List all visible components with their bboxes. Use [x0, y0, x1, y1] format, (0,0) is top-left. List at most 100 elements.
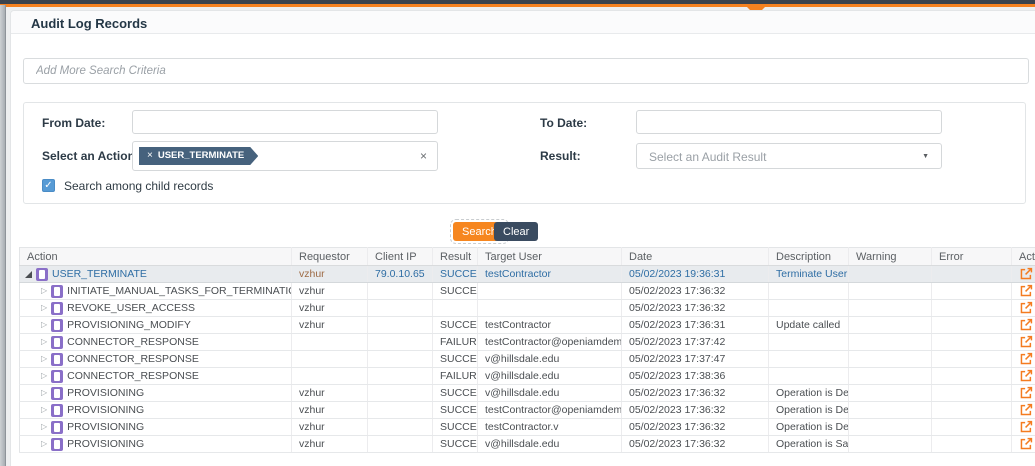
collapse-row-icon[interactable] — [25, 271, 32, 278]
child-records-checkbox[interactable]: ✓ — [42, 179, 55, 192]
table-row[interactable]: USER_TERMINATE vzhur 79.0.10.65 SUCCESS … — [20, 266, 1035, 283]
edit-record-icon[interactable] — [1019, 420, 1033, 434]
table-row[interactable]: ▷ PROVISIONING vzhur SUCCESS v@hillsdale… — [20, 385, 1035, 402]
column-header-actions[interactable]: Actions — [1012, 248, 1035, 266]
action-link[interactable]: PROVISIONING — [67, 421, 144, 433]
actions-cell — [1012, 300, 1035, 317]
action-multiselect[interactable]: ×USER_TERMINATE × — [132, 141, 438, 171]
warning-cell — [849, 317, 932, 334]
column-header-result[interactable]: Result — [433, 248, 478, 266]
edit-record-icon[interactable] — [1019, 335, 1033, 349]
expand-row-icon[interactable]: ▷ — [41, 338, 47, 346]
result-cell: SUCCESS — [433, 266, 478, 283]
action-link[interactable]: CONNECTOR_RESPONSE — [67, 370, 199, 382]
client-ip-cell: 79.0.10.65 — [368, 266, 433, 283]
column-header-client-ip[interactable]: Client IP — [368, 248, 433, 266]
action-cell: ▷ PROVISIONING — [20, 419, 292, 436]
expand-row-icon[interactable]: ▷ — [41, 304, 47, 312]
remove-tag-icon[interactable]: × — [147, 150, 153, 161]
action-link[interactable]: PROVISIONING — [67, 404, 144, 416]
edit-record-icon[interactable] — [1019, 267, 1033, 281]
column-header-warning[interactable]: Warning — [849, 248, 932, 266]
result-select[interactable]: Select an Audit Result ▼ — [636, 143, 942, 169]
action-cell: ▷ REVOKE_USER_ACCESS — [20, 300, 292, 317]
date-cell: 05/02/2023 17:37:47 — [622, 351, 769, 368]
from-date-input[interactable] — [132, 110, 438, 134]
date-cell: 05/02/2023 17:37:42 — [622, 334, 769, 351]
result-cell: SUCCESS — [433, 385, 478, 402]
table-row[interactable]: ▷ REVOKE_USER_ACCESS vzhur 05/02/2023 17… — [20, 300, 1035, 317]
client-ip-cell — [368, 317, 433, 334]
audit-record-icon — [51, 319, 63, 332]
column-header-target-user[interactable]: Target User — [478, 248, 622, 266]
audit-record-icon — [51, 353, 63, 366]
table-row[interactable]: ▷ CONNECTOR_RESPONSE FAILURE testContrac… — [20, 334, 1035, 351]
clear-button[interactable]: Clear — [494, 222, 538, 241]
description-cell: Operation is Save — [769, 436, 849, 453]
column-header-error[interactable]: Error — [932, 248, 1012, 266]
audit-record-icon — [51, 370, 63, 383]
edit-record-icon[interactable] — [1019, 352, 1033, 366]
expand-row-icon[interactable]: ▷ — [41, 372, 47, 380]
action-link[interactable]: CONNECTOR_RESPONSE — [67, 336, 199, 348]
action-link[interactable]: USER_TERMINATE — [52, 268, 147, 280]
audit-log-table-wrap: ActionRequestorClient IPResultTarget Use… — [19, 247, 1035, 466]
expand-row-icon[interactable]: ▷ — [41, 406, 47, 414]
client-ip-cell — [368, 351, 433, 368]
action-link[interactable]: PROVISIONING — [67, 438, 144, 450]
actions-cell — [1012, 419, 1035, 436]
to-date-input[interactable] — [636, 110, 942, 134]
expand-row-icon[interactable]: ▷ — [41, 440, 47, 448]
edit-record-icon[interactable] — [1019, 386, 1033, 400]
edit-record-icon[interactable] — [1019, 403, 1033, 417]
table-row[interactable]: ▷ PROVISIONING vzhur SUCCESS v@hillsdale… — [20, 436, 1035, 453]
expand-row-icon[interactable]: ▷ — [41, 389, 47, 397]
table-header-row: ActionRequestorClient IPResultTarget Use… — [20, 248, 1035, 266]
description-cell — [769, 368, 849, 385]
expand-row-icon[interactable]: ▷ — [41, 287, 47, 295]
table-row[interactable]: ▷ CONNECTOR_RESPONSE SUCCESS v@hillsdale… — [20, 351, 1035, 368]
column-header-requestor[interactable]: Requestor — [292, 248, 368, 266]
table-row[interactable]: ▷ PROVISIONING vzhur SUCCESS testContrac… — [20, 402, 1035, 419]
result-cell: SUCCESS — [433, 402, 478, 419]
column-header-description[interactable]: Description — [769, 248, 849, 266]
edit-record-icon[interactable] — [1019, 318, 1033, 332]
actions-cell — [1012, 368, 1035, 385]
requestor-cell — [292, 351, 368, 368]
table-row[interactable]: ▷ PROVISIONING vzhur SUCCESS testContrac… — [20, 419, 1035, 436]
edit-record-icon[interactable] — [1019, 369, 1033, 383]
page-title: Audit Log Records — [31, 16, 147, 31]
action-cell: ▷ CONNECTOR_RESPONSE — [20, 368, 292, 385]
search-criteria-input[interactable] — [23, 58, 1029, 84]
edit-record-icon[interactable] — [1019, 284, 1033, 298]
client-ip-cell — [368, 402, 433, 419]
table-row[interactable]: ▷ INITIATE_MANUAL_TASKS_FOR_TERMINATION … — [20, 283, 1035, 300]
actions-cell — [1012, 266, 1035, 283]
result-cell: SUCCESS — [433, 351, 478, 368]
expand-row-icon[interactable]: ▷ — [41, 423, 47, 431]
selected-action-tag[interactable]: ×USER_TERMINATE — [139, 147, 258, 165]
target-user-cell: v@hillsdale.edu — [478, 351, 622, 368]
action-link[interactable]: PROVISIONING_MODIFY — [67, 319, 191, 331]
edit-record-icon[interactable] — [1019, 301, 1033, 315]
expand-row-icon[interactable]: ▷ — [41, 321, 47, 329]
error-cell — [932, 351, 1012, 368]
error-cell — [932, 283, 1012, 300]
warning-cell — [849, 368, 932, 385]
action-link[interactable]: INITIATE_MANUAL_TASKS_FOR_TERMINATION — [67, 285, 291, 297]
table-row[interactable]: ▷ PROVISIONING_MODIFY vzhur SUCCESS test… — [20, 317, 1035, 334]
edit-record-icon[interactable] — [1019, 437, 1033, 451]
action-link[interactable]: PROVISIONING — [67, 387, 144, 399]
result-cell: SUCCESS — [433, 317, 478, 334]
action-link[interactable]: REVOKE_USER_ACCESS — [67, 302, 195, 314]
date-cell: 05/02/2023 17:38:36 — [622, 368, 769, 385]
column-header-action[interactable]: Action — [20, 248, 292, 266]
clear-selection-icon[interactable]: × — [420, 149, 427, 163]
date-cell: 05/02/2023 19:36:31 — [622, 266, 769, 283]
action-link[interactable]: CONNECTOR_RESPONSE — [67, 353, 199, 365]
table-row[interactable]: ▷ CONNECTOR_RESPONSE FAILURE v@hillsdale… — [20, 368, 1035, 385]
expand-row-icon[interactable]: ▷ — [41, 355, 47, 363]
column-header-date[interactable]: Date — [622, 248, 769, 266]
actions-cell — [1012, 385, 1035, 402]
from-date-label: From Date: — [42, 116, 105, 130]
